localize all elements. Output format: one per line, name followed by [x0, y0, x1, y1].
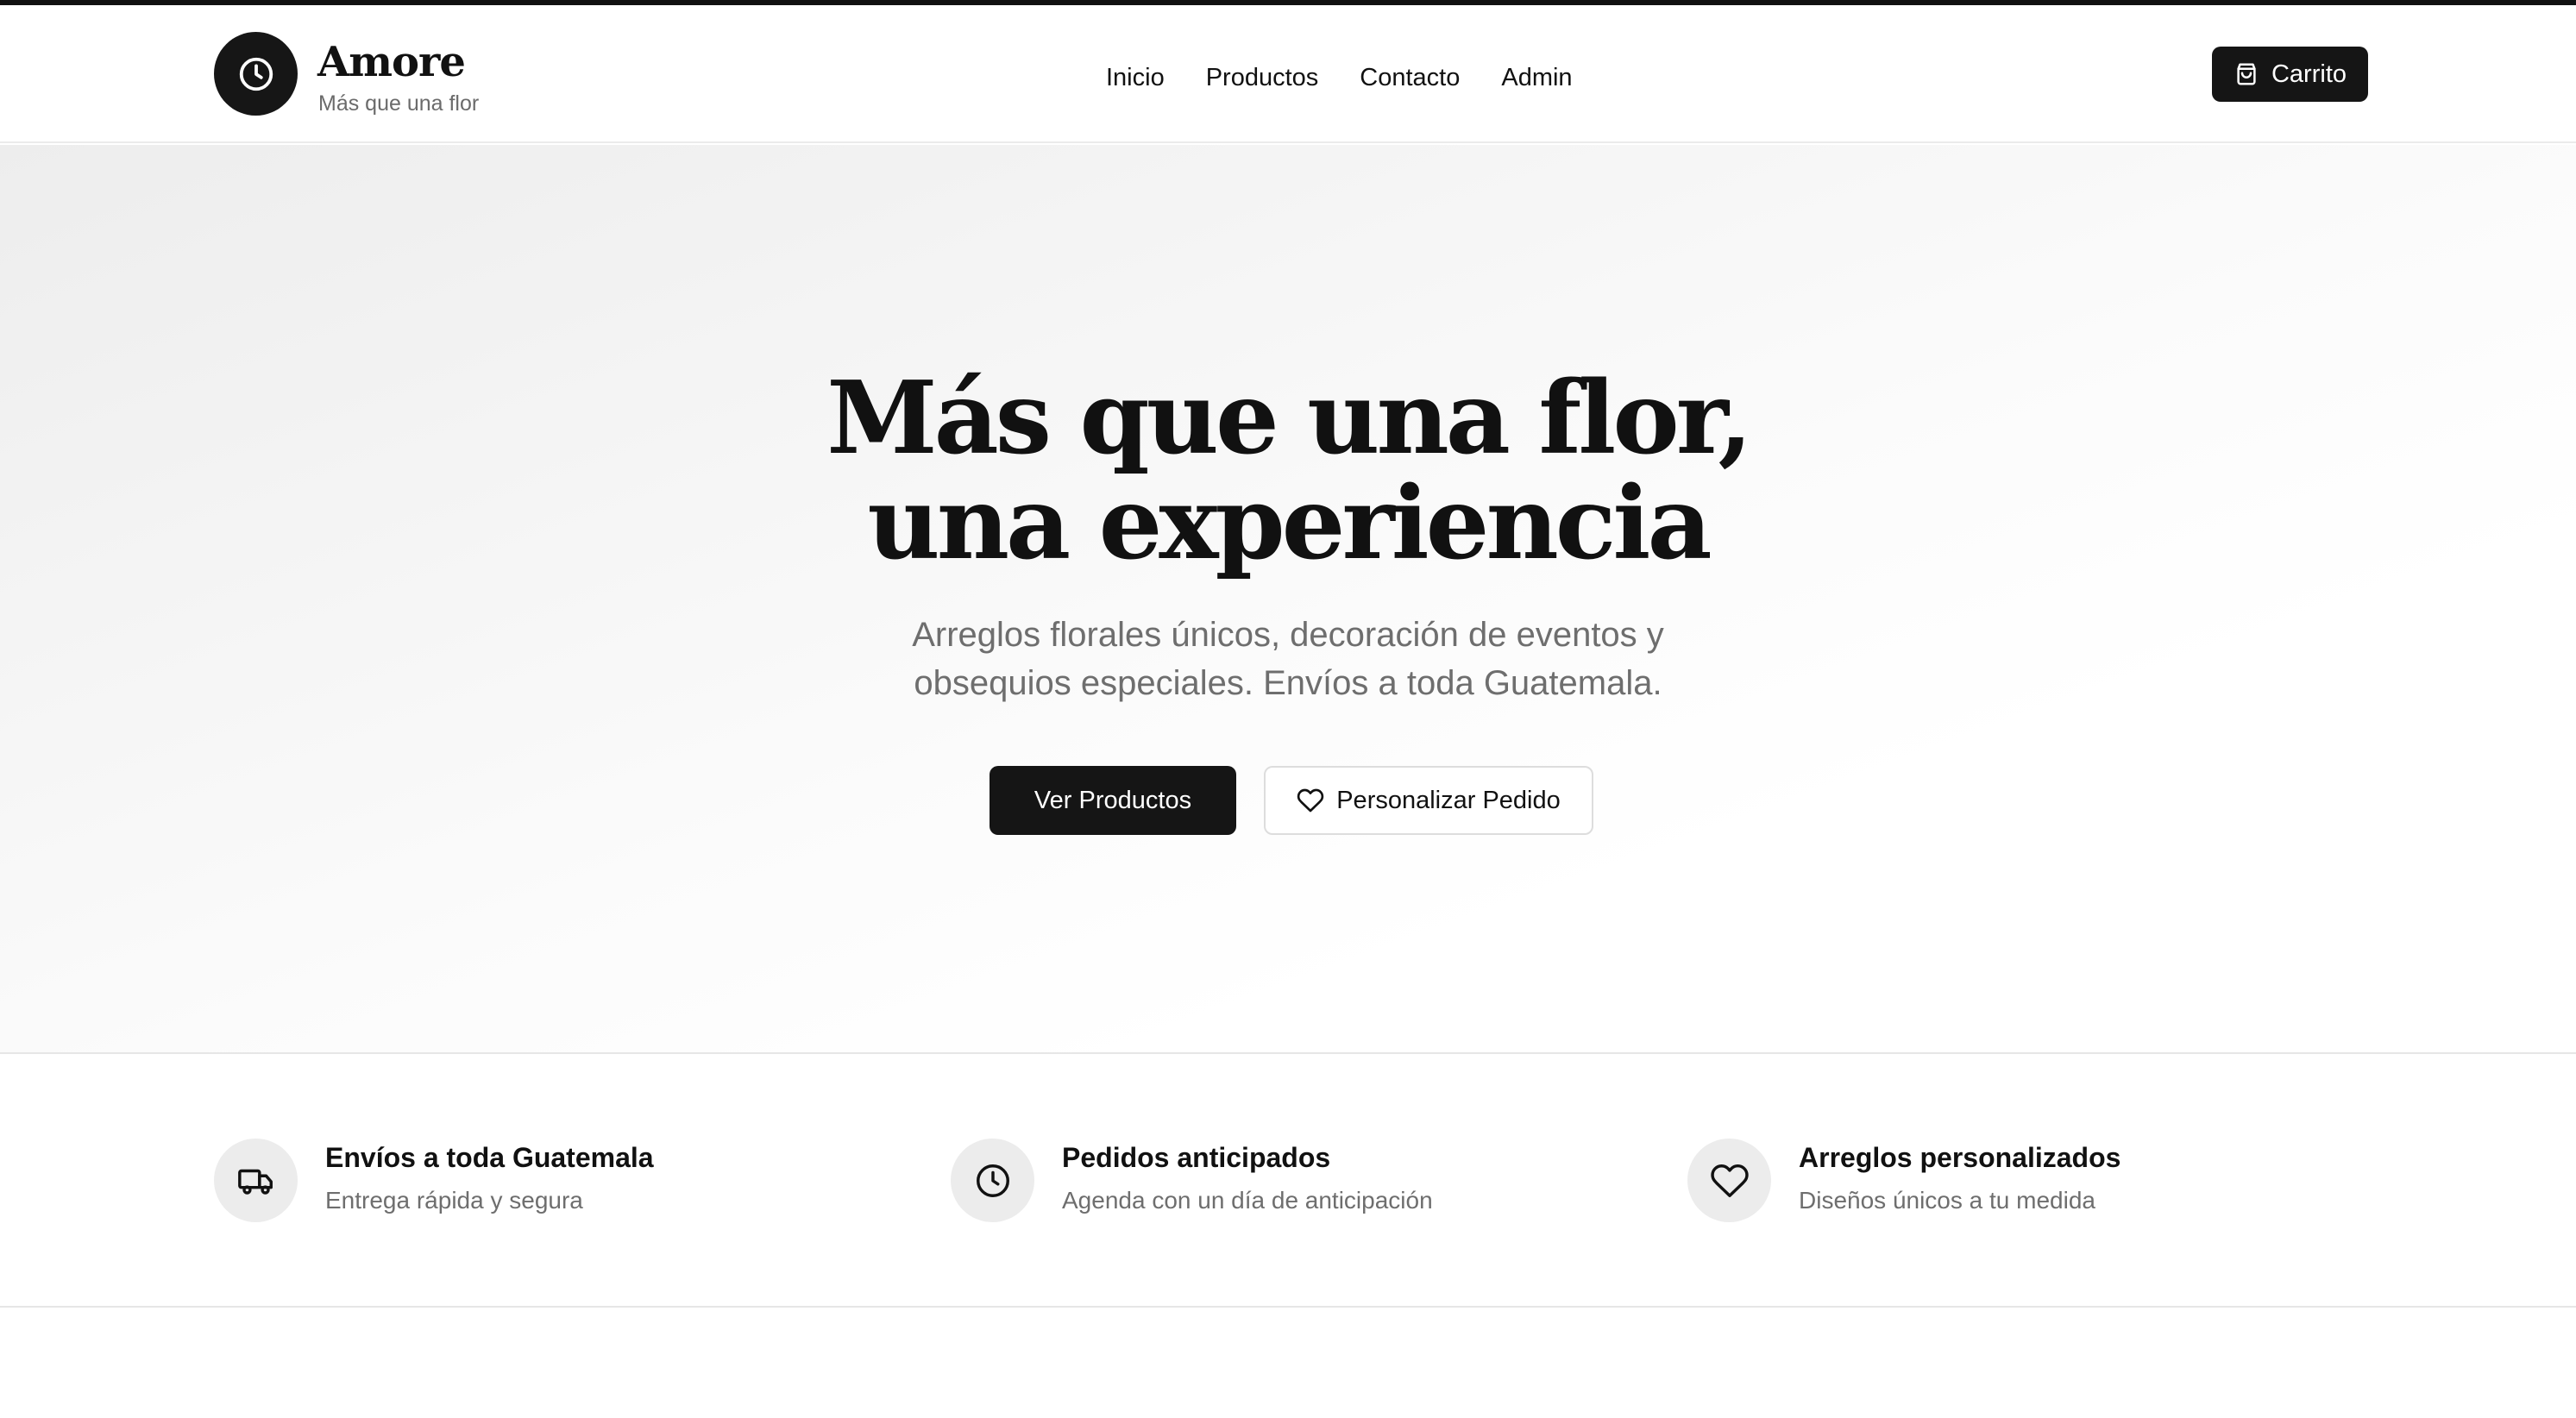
- clock-icon: [239, 57, 273, 91]
- hero-subtitle-line-2: obsequios especiales. Envíos a toda Guat…: [914, 664, 1662, 702]
- nav-link-contacto[interactable]: Contacto: [1360, 64, 1460, 92]
- cart-label: Carrito: [2271, 60, 2347, 88]
- features-section: Envíos a toda Guatemala Entrega rápida y…: [0, 1056, 2576, 1308]
- clock-icon: [976, 1164, 1009, 1197]
- feature-title: Arreglos personalizados: [1799, 1142, 2121, 1173]
- feature-icon-circle: [1687, 1139, 1771, 1222]
- shopping-bag-icon: [2237, 63, 2256, 85]
- truck-icon: [237, 1169, 273, 1195]
- brand-tagline: Más que una flor: [318, 91, 480, 116]
- feature-description: Entrega rápida y segura: [325, 1187, 583, 1214]
- bottom-blank-area: [0, 1309, 2576, 1418]
- customize-order-button[interactable]: Personalizar Pedido: [1264, 766, 1593, 835]
- main-nav: Inicio Productos Contacto Admin: [1106, 60, 1573, 95]
- feature-title: Envíos a toda Guatemala: [325, 1142, 654, 1173]
- nav-link-admin[interactable]: Admin: [1501, 64, 1572, 92]
- nav-link-inicio[interactable]: Inicio: [1106, 64, 1165, 92]
- site-header: Amore Más que una flor Inicio Productos …: [0, 5, 2576, 143]
- feature-description: Diseños únicos a tu medida: [1799, 1187, 2095, 1214]
- hero-title-line-2: una experiencia: [867, 465, 1712, 582]
- heart-icon: [1710, 1164, 1749, 1197]
- hero-title-line-1: Más que una flor,: [826, 360, 1753, 477]
- heart-icon: [1297, 788, 1324, 813]
- brand-name[interactable]: Amore: [317, 38, 466, 86]
- feature-title: Pedidos anticipados: [1062, 1142, 1331, 1173]
- customize-order-label: Personalizar Pedido: [1336, 786, 1561, 814]
- hero-title: Más que una flor, una experiencia: [0, 366, 2576, 576]
- cart-button[interactable]: Carrito: [2212, 47, 2368, 102]
- feature-icon-circle: [214, 1139, 298, 1222]
- hero-subtitle-line-1: Arreglos florales únicos, decoración de …: [912, 616, 1664, 654]
- feature-icon-circle: [951, 1139, 1034, 1222]
- logo[interactable]: [214, 32, 298, 116]
- nav-link-productos[interactable]: Productos: [1206, 64, 1319, 92]
- page: Amore Más que una flor Inicio Productos …: [0, 0, 2576, 1418]
- feature-description: Agenda con un día de anticipación: [1062, 1187, 1433, 1214]
- hero-subtitle: Arreglos florales únicos, decoración de …: [857, 611, 1719, 707]
- hero-section: Más que una flor, una experiencia Arregl…: [0, 145, 2576, 1054]
- view-products-button[interactable]: Ver Productos: [990, 766, 1236, 835]
